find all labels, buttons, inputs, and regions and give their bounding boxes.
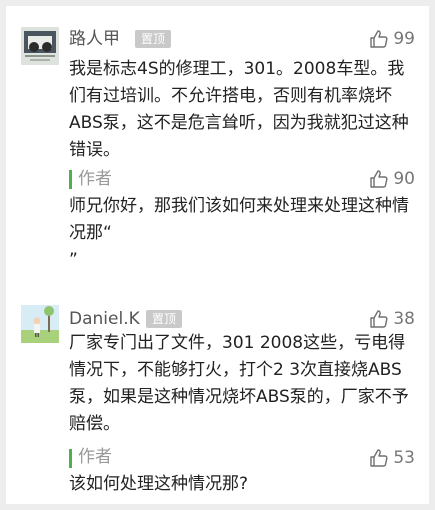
- reply-like-button[interactable]: 53: [369, 446, 415, 470]
- reply-like-count: 90: [393, 169, 415, 189]
- comment-text: 厂家专门出了文件，301 2008这些，亏电得情况下，不能够打火，打个2 3次直…: [69, 333, 409, 434]
- comment-username[interactable]: 路人甲: [69, 28, 120, 50]
- like-count: 38: [393, 309, 415, 329]
- user-avatar[interactable]: [21, 305, 59, 343]
- thumbs-up-icon: [370, 30, 388, 48]
- like-button[interactable]: 38: [369, 307, 415, 331]
- author-reply-marker: [69, 170, 72, 189]
- reply-like-button[interactable]: 90: [369, 167, 415, 191]
- comment-username[interactable]: Daniel.K: [69, 308, 140, 330]
- like-count: 99: [393, 29, 415, 49]
- comment-list: 路人甲 置顶 99 我是标志4S的修理工，301。2008车型。我们有过培训。不…: [6, 6, 429, 504]
- user-avatar[interactable]: [21, 27, 59, 65]
- comment-text: 我是标志4S的修理工，301。2008车型。我们有过培训。不允许搭电，否则有机率…: [69, 59, 409, 160]
- reply-text: 该如何处理这种情况那?: [69, 474, 249, 494]
- comment-item: 路人甲 置顶 99 我是标志4S的修理工，301。2008车型。我们有过培训。不…: [6, 6, 429, 286]
- thumbs-up-icon: [370, 310, 388, 328]
- reply-like-count: 53: [393, 448, 415, 468]
- reply-author-label: 作者: [78, 169, 112, 189]
- reply-author-label: 作者: [78, 447, 112, 467]
- author-reply-marker: [69, 449, 72, 468]
- pinned-badge: 置顶: [135, 30, 172, 48]
- comment-item: Daniel.K 置顶 38 厂家专门出了文件，301 2008这些，亏电得情况…: [6, 286, 429, 504]
- reply-text: 师兄你好，那我们该如何来处理来处理这种情况那“ ”: [69, 196, 409, 270]
- thumbs-up-icon: [370, 170, 388, 188]
- like-button[interactable]: 99: [369, 27, 415, 51]
- pinned-badge: 置顶: [146, 310, 183, 328]
- thumbs-up-icon: [370, 449, 388, 467]
